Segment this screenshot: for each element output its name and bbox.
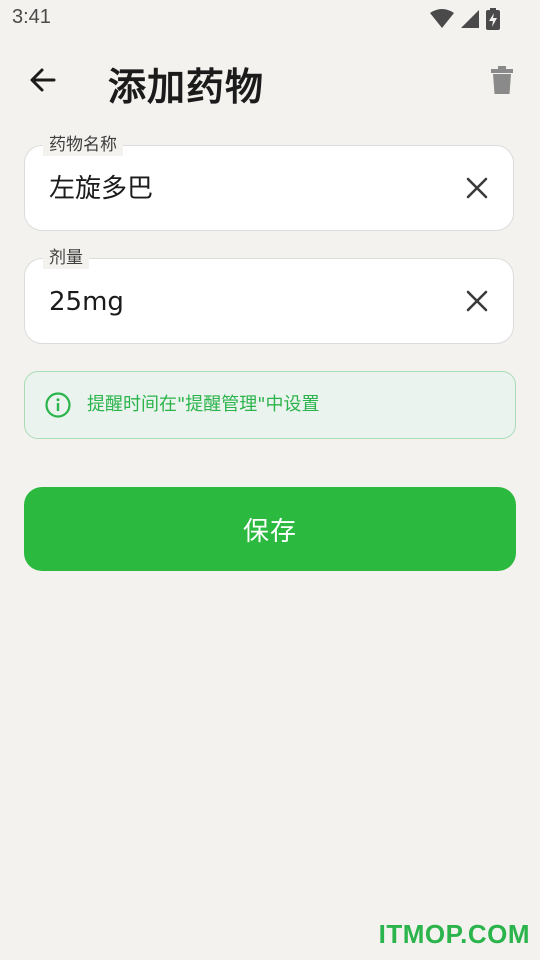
delete-button[interactable]: [486, 60, 518, 100]
medicine-name-input[interactable]: 左旋多巴: [49, 146, 153, 232]
clear-name-button[interactable]: [461, 172, 493, 204]
app-header: 添加药物: [0, 48, 540, 112]
save-button-label: 保存: [242, 516, 297, 547]
page-title: 添加药物: [108, 65, 265, 109]
watermark-logo: ITMOP.COM: [378, 919, 530, 949]
trash-icon: [491, 66, 513, 94]
dose-input[interactable]: 25mg: [49, 259, 124, 345]
reminder-info-text: 提醒时间在"提醒管理"中设置: [87, 394, 320, 415]
close-icon: [466, 177, 488, 199]
reminder-info-box: 提醒时间在"提醒管理"中设置: [24, 371, 516, 439]
medicine-name-field[interactable]: 药物名称 左旋多巴: [24, 134, 514, 232]
status-time: 3:41: [12, 6, 51, 28]
dose-field[interactable]: 剂量 25mg: [24, 247, 514, 345]
back-button[interactable]: [22, 60, 62, 100]
wifi-icon: [430, 9, 454, 28]
save-button[interactable]: 保存: [24, 487, 516, 571]
battery-charging-icon: [486, 8, 500, 30]
arrow-left-icon: [30, 68, 56, 92]
status-icons: [430, 8, 500, 30]
status-bar: 3:41: [0, 0, 540, 36]
cell-signal-icon: [461, 10, 479, 28]
close-icon: [466, 290, 488, 312]
clear-dose-button[interactable]: [461, 285, 493, 317]
info-icon: [45, 392, 71, 418]
